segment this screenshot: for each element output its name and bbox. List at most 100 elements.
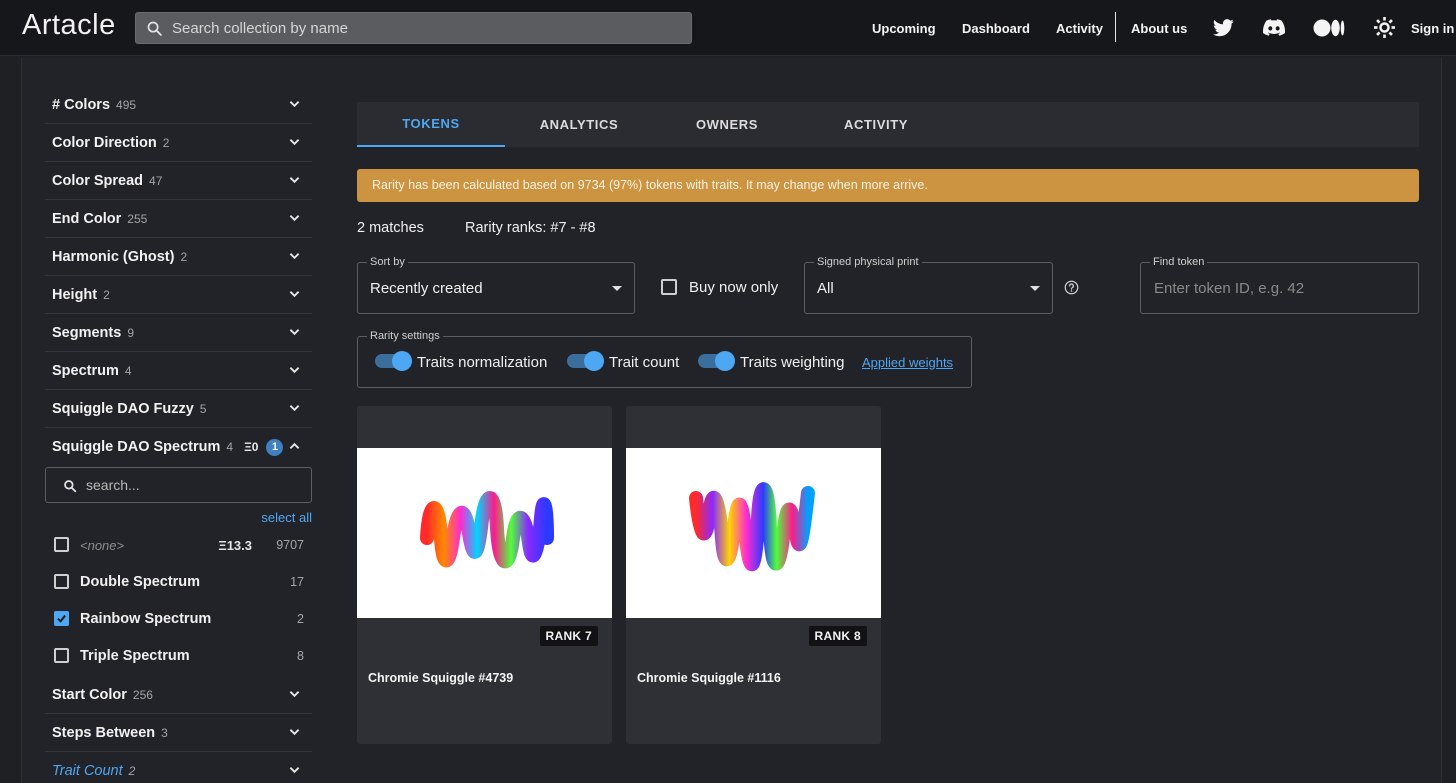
- filter-name: Steps Between: [52, 725, 156, 741]
- traits-normalization-label: Traits normalization: [417, 354, 548, 371]
- option-count: 2: [297, 612, 304, 626]
- collection-search[interactable]: [135, 12, 692, 44]
- filter-count: 256: [132, 688, 153, 702]
- chevron-up-icon[interactable]: [289, 442, 300, 450]
- nav-activity[interactable]: Activity: [1056, 0, 1103, 56]
- option-label: <none>: [80, 538, 125, 553]
- sort-select[interactable]: Sort by Recently created: [357, 256, 635, 314]
- chevron-down-icon[interactable]: [289, 404, 300, 412]
- toggle-knob: [392, 351, 412, 371]
- filter-spectrum[interactable]: Spectrum 4: [45, 352, 312, 390]
- filter-count: 2: [128, 764, 136, 778]
- filter-name: Squiggle DAO Fuzzy: [52, 401, 194, 417]
- filter-colors[interactable]: # Colors 495: [45, 86, 312, 124]
- medium-icon[interactable]: [1313, 19, 1345, 37]
- trait-search[interactable]: [45, 467, 312, 503]
- token-name[interactable]: Chromie Squiggle #4739: [368, 671, 513, 685]
- chevron-down-icon[interactable]: [289, 366, 300, 374]
- checkbox[interactable]: [54, 648, 69, 663]
- chevron-down-icon[interactable]: [289, 138, 300, 146]
- token-card[interactable]: RANK 7 Chromie Squiggle #4739: [357, 406, 612, 744]
- chevron-down-icon[interactable]: [289, 290, 300, 298]
- filter-name: # Colors: [52, 97, 111, 113]
- logo[interactable]: Artacle: [22, 9, 116, 42]
- filter-count: 255: [127, 212, 148, 226]
- option-count: 9707: [276, 538, 304, 552]
- filter-squiggle-dao-spectrum[interactable]: Squiggle DAO Spectrum 4 Ξ0 1: [45, 428, 312, 466]
- discord-icon[interactable]: [1263, 19, 1285, 36]
- rarity-settings: Rarity settings Traits normalization Tra…: [357, 330, 972, 388]
- checkbox[interactable]: [54, 537, 69, 552]
- tab-tokens[interactable]: TOKENS: [357, 102, 505, 147]
- trait-option[interactable]: Triple Spectrum 8: [54, 645, 306, 667]
- token-name[interactable]: Chromie Squiggle #1116: [637, 671, 781, 685]
- sort-label: Sort by: [367, 256, 408, 268]
- filter-name: Spectrum: [52, 363, 119, 379]
- sort-value: Recently created: [370, 280, 483, 297]
- trait-option[interactable]: Double Spectrum 17: [54, 571, 306, 593]
- signed-print-select[interactable]: Signed physical print All: [804, 256, 1053, 314]
- option-label: Double Spectrum: [80, 574, 201, 590]
- tab-owners[interactable]: OWNERS: [653, 102, 801, 147]
- nav-divider: [1115, 12, 1116, 42]
- filter-end-color[interactable]: End Color 255: [45, 200, 312, 238]
- tab-activity[interactable]: ACTIVITY: [801, 102, 951, 147]
- traits-weighting-toggle[interactable]: [698, 351, 735, 371]
- collection-search-input[interactable]: [172, 13, 682, 43]
- filter-name: End Color: [52, 211, 122, 227]
- filter-count: 2: [180, 250, 188, 264]
- filter-name: Trait Count: [52, 763, 123, 779]
- chevron-down-icon[interactable]: [289, 214, 300, 222]
- filter-color-spread[interactable]: Color Spread 47: [45, 162, 312, 200]
- chevron-down-icon[interactable]: [289, 252, 300, 260]
- traits-weighting-label: Traits weighting: [740, 354, 845, 371]
- chevron-down-icon[interactable]: [289, 690, 300, 698]
- filter-harmonic-ghost[interactable]: Harmonic (Ghost) 2: [45, 238, 312, 276]
- filter-count: 2: [103, 288, 110, 302]
- trait-option[interactable]: Rainbow Spectrum 2: [54, 608, 306, 630]
- help-icon[interactable]: [1064, 280, 1079, 295]
- tab-analytics[interactable]: ANALYTICS: [505, 102, 653, 147]
- trait-search-input[interactable]: [86, 468, 306, 502]
- chevron-down-icon[interactable]: [289, 100, 300, 108]
- find-token-placeholder[interactable]: Enter token ID, e.g. 42: [1154, 280, 1304, 297]
- checkbox[interactable]: [54, 611, 69, 626]
- filter-name: Segments: [52, 325, 122, 341]
- filter-squiggle-dao-fuzzy[interactable]: Squiggle DAO Fuzzy 5: [45, 390, 312, 428]
- nav-upcoming[interactable]: Upcoming: [872, 0, 936, 56]
- token-card[interactable]: RANK 8 Chromie Squiggle #1116: [626, 406, 881, 744]
- option-count: 8: [297, 649, 304, 663]
- trait-option[interactable]: <none> Ξ13.3 9707: [54, 534, 306, 556]
- checkbox[interactable]: [54, 574, 69, 589]
- theme-icon[interactable]: [1374, 17, 1395, 38]
- applied-weights-link[interactable]: Applied weights: [862, 355, 953, 370]
- token-image[interactable]: [626, 448, 881, 618]
- filter-name: Color Direction: [52, 135, 157, 151]
- chevron-down-icon[interactable]: [289, 176, 300, 184]
- filter-count: 4: [124, 364, 132, 378]
- option-label: Triple Spectrum: [80, 648, 190, 664]
- option-price: Ξ13.3: [218, 538, 252, 553]
- checkbox[interactable]: [661, 279, 677, 295]
- nav-about-us[interactable]: About us: [1131, 0, 1187, 56]
- filter-height[interactable]: Height 2: [45, 276, 312, 314]
- filter-segments[interactable]: Segments 9: [45, 314, 312, 352]
- find-token-field[interactable]: Find token Enter token ID, e.g. 42: [1140, 256, 1419, 314]
- filter-trait-count[interactable]: Trait Count 2: [45, 752, 312, 783]
- token-image[interactable]: [357, 448, 612, 618]
- selected-count-badge: 1: [266, 439, 284, 456]
- chevron-down-icon[interactable]: [289, 328, 300, 336]
- chevron-down-icon[interactable]: [289, 728, 300, 736]
- traits-normalization-toggle[interactable]: [375, 351, 412, 371]
- twitter-icon[interactable]: [1213, 19, 1234, 37]
- filter-steps-between[interactable]: Steps Between 3: [45, 714, 312, 752]
- select-all-link[interactable]: select all: [261, 510, 312, 525]
- filter-start-color[interactable]: Start Color 256: [45, 676, 312, 714]
- sign-in-link[interactable]: Sign in: [1411, 0, 1454, 56]
- match-count: 2 matches: [357, 220, 424, 236]
- chevron-down-icon[interactable]: [289, 766, 300, 774]
- filter-name: Start Color: [52, 687, 127, 703]
- filter-color-direction[interactable]: Color Direction 2: [45, 124, 312, 162]
- trait-count-toggle[interactable]: [567, 351, 604, 371]
- nav-dashboard[interactable]: Dashboard: [962, 0, 1030, 56]
